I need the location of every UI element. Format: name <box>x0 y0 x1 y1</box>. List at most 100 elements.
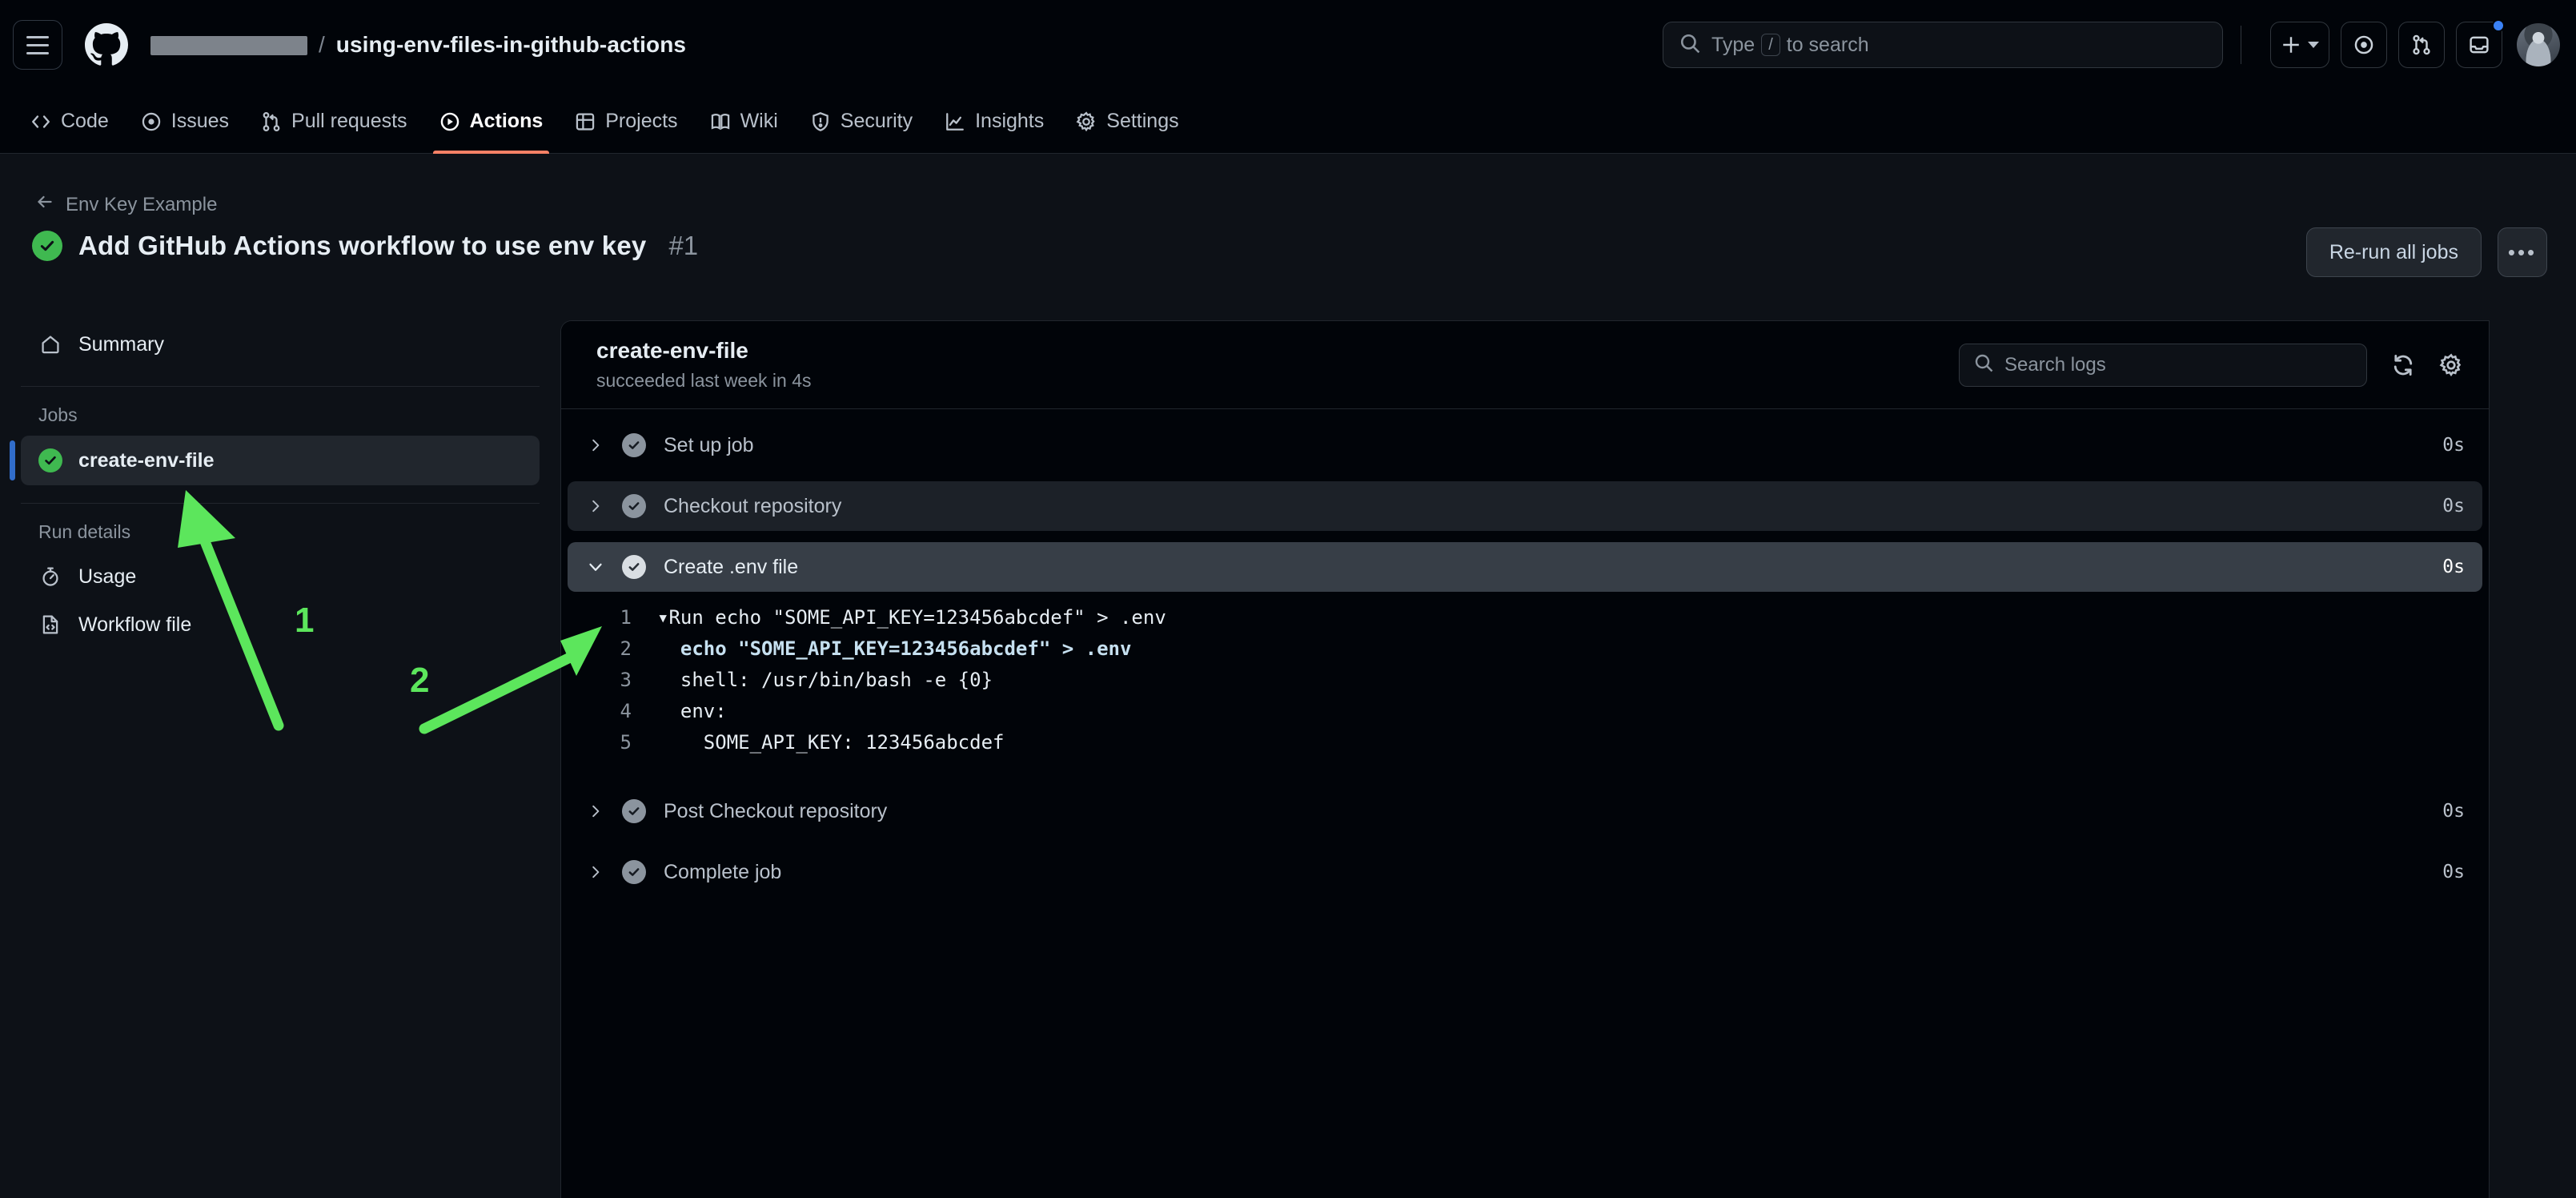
sidebar-item-usage-label: Usage <box>78 565 137 588</box>
job-log-header: create-env-file succeeded last week in 4… <box>561 321 2489 409</box>
check-circle-icon <box>622 799 646 823</box>
pull-request-icon[interactable] <box>2398 22 2445 68</box>
sidebar-item-summary[interactable]: Summary <box>21 320 540 368</box>
tab-actions-label: Actions <box>469 110 544 132</box>
sidebar-job-create-env-file[interactable]: create-env-file <box>10 436 540 485</box>
sidebar-item-workflow-file-label: Workflow file <box>78 613 192 636</box>
step-row[interactable]: Post Checkout repository 0s <box>568 786 2482 836</box>
tab-insights[interactable]: Insights <box>929 90 1060 154</box>
job-title: create-env-file <box>596 338 748 363</box>
tab-pull-requests[interactable]: Pull requests <box>245 90 423 154</box>
step-create-env-file-chevron[interactable] <box>587 559 604 575</box>
step-duration: 0s <box>2442 496 2465 517</box>
check-circle-success-icon <box>32 231 62 261</box>
tab-wiki[interactable]: Wiki <box>694 90 794 154</box>
run-title-row: Add GitHub Actions workflow to use env k… <box>32 231 698 261</box>
gear-icon[interactable] <box>2439 352 2463 377</box>
home-icon <box>38 334 62 355</box>
tab-security[interactable]: Security <box>794 90 929 154</box>
run-number: #1 <box>668 231 699 260</box>
tab-settings-label: Settings <box>1106 110 1179 132</box>
chevron-right-icon[interactable] <box>587 865 604 879</box>
tab-settings[interactable]: Settings <box>1060 90 1194 154</box>
tab-issues[interactable]: Issues <box>125 90 245 154</box>
step-duration: 0s <box>2442 801 2465 822</box>
tab-pull-requests-label: Pull requests <box>291 110 407 132</box>
log-line: 2 echo "SOME_API_KEY=123456abcdef" > .en… <box>561 637 2489 669</box>
step-name: Create .env file <box>664 555 799 578</box>
back-link-label: Env Key Example <box>66 193 218 215</box>
step-name: Set up job <box>664 433 754 456</box>
arrow-left-icon <box>35 192 54 217</box>
hamburger-menu-icon[interactable] <box>13 20 62 70</box>
log-line-text: env: <box>657 700 727 722</box>
sidebar-item-summary-label: Summary <box>78 332 164 356</box>
log-line: 1 ▾Run echo "SOME_API_KEY=123456abcdef" … <box>561 606 2489 637</box>
log-line-text: SOME_API_KEY: 123456abcdef <box>657 731 1005 754</box>
avatar[interactable] <box>2517 23 2560 66</box>
step-row[interactable]: Set up job 0s <box>568 420 2482 470</box>
sidebar-divider-2 <box>21 503 540 504</box>
check-circle-icon <box>622 555 646 579</box>
tab-projects[interactable]: Projects <box>559 90 693 154</box>
step-name: Post Checkout repository <box>664 799 888 822</box>
sidebar-job-label: create-env-file <box>78 448 215 472</box>
check-circle-icon <box>622 494 646 518</box>
search-placeholder-head: Type <box>1711 33 1755 56</box>
rerun-all-jobs-button[interactable]: Re-run all jobs <box>2305 227 2482 277</box>
step-duration: 0s <box>2442 862 2465 882</box>
log-line-number: 2 <box>620 637 632 660</box>
breadcrumb-separator: / <box>319 32 325 57</box>
tab-actions[interactable]: Actions <box>423 90 560 154</box>
chevron-right-icon[interactable] <box>587 499 604 513</box>
sidebar-jobs-heading: Jobs <box>38 404 78 425</box>
log-line-number: 3 <box>620 669 632 691</box>
search-slash-key: / <box>1761 34 1780 56</box>
github-logo-icon[interactable] <box>80 18 133 71</box>
more-options-kebab-button[interactable]: ••• <box>2498 227 2547 277</box>
run-header: Env Key Example Add GitHub Actions workf… <box>0 154 2576 314</box>
tab-issues-label: Issues <box>171 110 230 132</box>
job-status-subtitle: succeeded last week in 4s <box>596 370 812 391</box>
search-logs-placeholder: Search logs <box>2004 353 2106 376</box>
check-circle-icon <box>622 433 646 457</box>
workflow-file-icon <box>38 614 62 635</box>
search-icon <box>1679 33 1700 58</box>
tab-projects-label: Projects <box>605 110 678 132</box>
log-line: 4 env: <box>561 700 2489 731</box>
step-name: Complete job <box>664 860 782 883</box>
check-circle-icon <box>622 860 646 884</box>
breadcrumb: / using-env-files-in-github-actions <box>150 32 686 58</box>
back-to-workflow-link[interactable]: Env Key Example <box>35 192 217 217</box>
inbox-icon[interactable] <box>2456 19 2505 68</box>
global-header: / using-env-files-in-github-actions Type… <box>0 0 2576 90</box>
repository-nav: Code Issues Pull requests Actions Projec… <box>0 90 2576 154</box>
step-name: Checkout repository <box>664 494 842 517</box>
tab-code-label: Code <box>61 110 109 132</box>
chevron-right-icon[interactable] <box>587 438 604 452</box>
log-line-text: ▾Run echo "SOME_API_KEY=123456abcdef" > … <box>657 606 1166 629</box>
tab-code[interactable]: Code <box>14 90 125 154</box>
sidebar-item-usage[interactable]: Usage <box>21 553 540 601</box>
job-log-panel: create-env-file succeeded last week in 4… <box>560 320 2490 1198</box>
tab-insights-label: Insights <box>975 110 1045 132</box>
step-duration: 0s <box>2442 435 2465 456</box>
search-logs-input[interactable]: Search logs <box>1959 343 2367 387</box>
sidebar-run-details-heading: Run details <box>38 521 131 542</box>
job-steps-list: Set up job 0s Checkout repository 0s Cre… <box>561 420 2489 897</box>
step-row-create-env-file[interactable]: Create .env file 0s <box>568 542 2482 592</box>
sync-refresh-icon[interactable] <box>2391 353 2415 377</box>
stopwatch-icon <box>38 566 62 587</box>
search-input[interactable]: Type / to search <box>1663 22 2223 68</box>
repository-name-link[interactable]: using-env-files-in-github-actions <box>336 32 686 58</box>
search-placeholder-tail: to search <box>1786 33 1869 56</box>
search-icon <box>1974 353 1993 376</box>
step-row[interactable]: Checkout repository 0s <box>568 481 2482 531</box>
create-new-button[interactable] <box>2270 22 2329 68</box>
chevron-right-icon[interactable] <box>587 804 604 818</box>
owner-name-redacted[interactable] <box>150 36 307 55</box>
issues-icon[interactable] <box>2341 22 2387 68</box>
step-row[interactable]: Complete job 0s <box>568 847 2482 897</box>
sidebar-item-workflow-file[interactable]: Workflow file <box>21 601 540 649</box>
page-title: Add GitHub Actions workflow to use env k… <box>78 231 647 260</box>
